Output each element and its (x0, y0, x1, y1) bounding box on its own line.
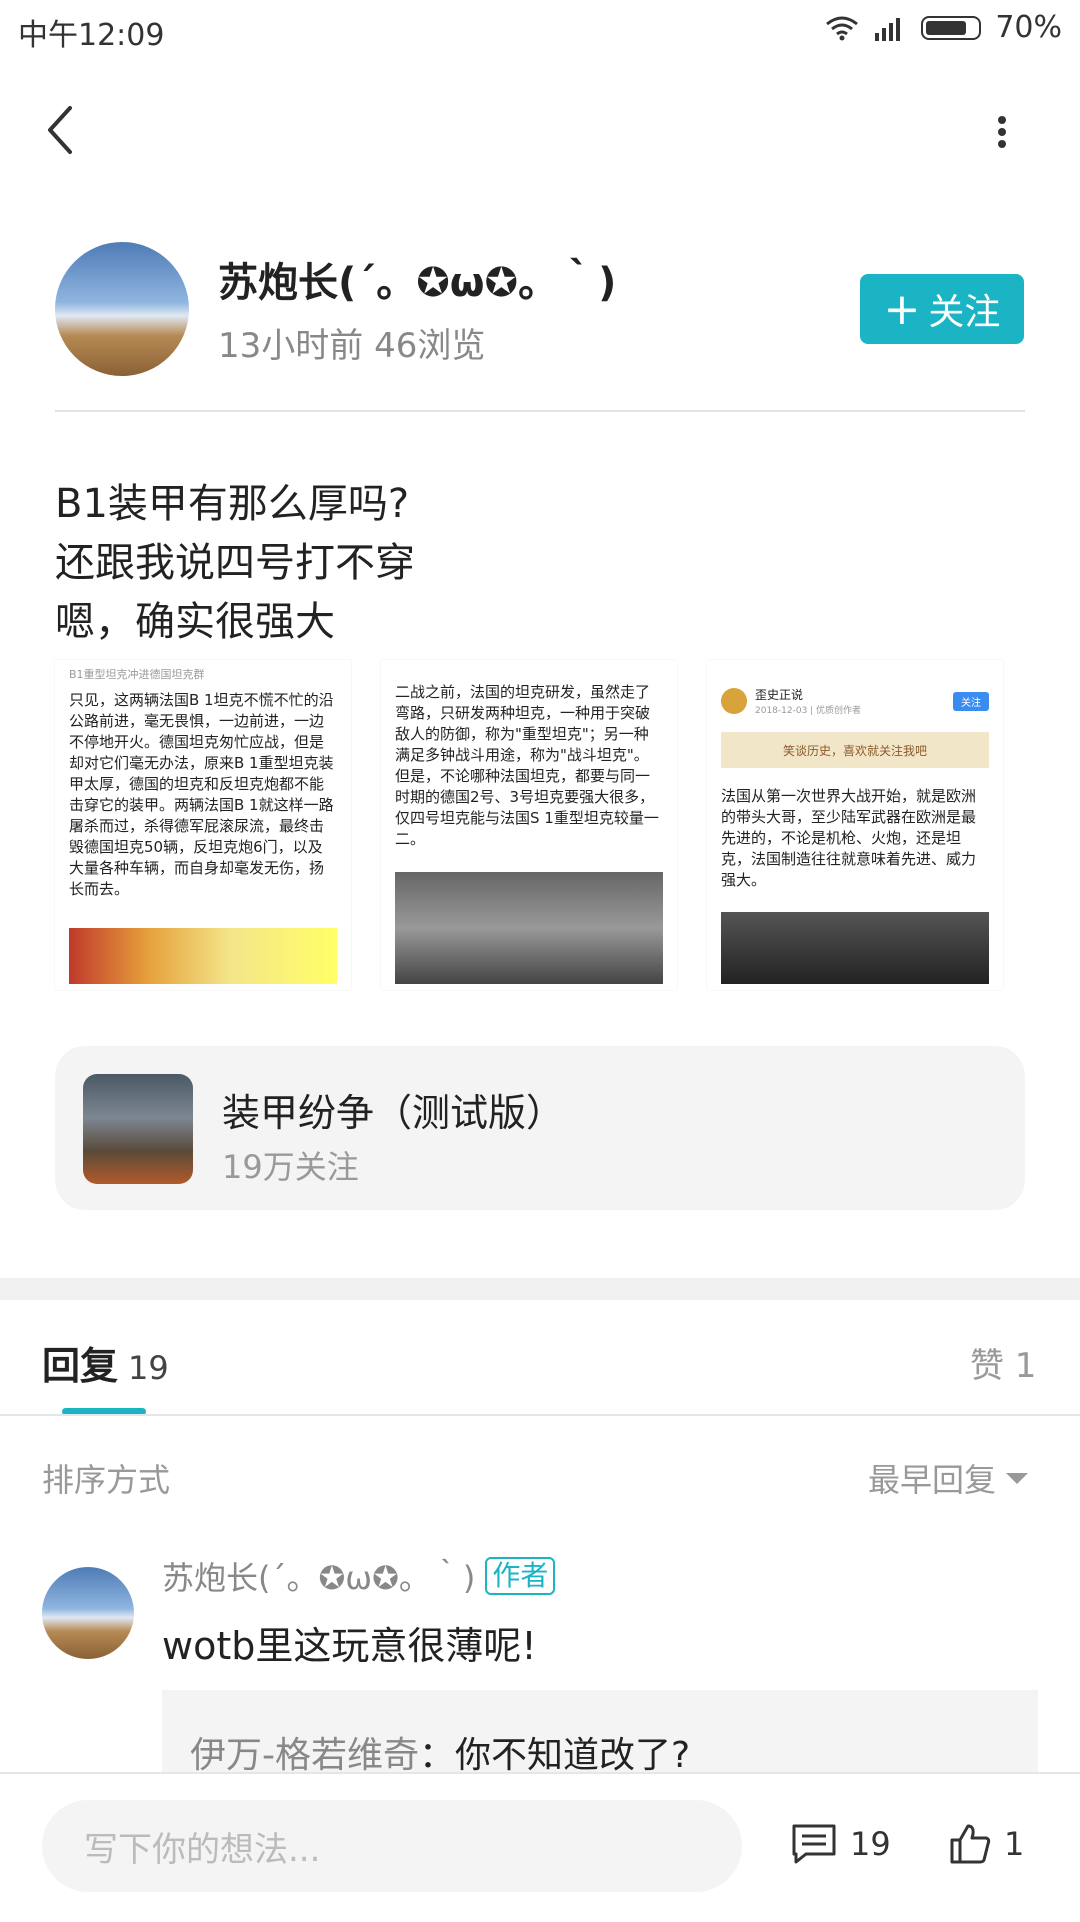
follow-button[interactable]: + 关注 (860, 274, 1024, 344)
image-banner: 笑谈历史，喜欢就关注我吧 (721, 732, 989, 768)
post-image-1[interactable]: B1重型坦克冲进德国坦克群 只见，这两辆法国B 1坦克不慌不忙的沿公路前进，毫无… (55, 660, 351, 990)
tab-likes[interactable]: 赞 1 (970, 1338, 1036, 1387)
image-account-name: 歪史正说 (755, 688, 804, 702)
image-text: 只见，这两辆法国B 1坦克不慌不忙的沿公路前进，毫无畏惧，一边前进，一边不停地开… (69, 691, 334, 898)
more-options-icon[interactable] (990, 110, 1014, 170)
back-arrow-icon[interactable] (40, 100, 80, 160)
nested-reply[interactable]: 伊万-格若维奇：你不知道改了? (162, 1690, 1038, 1780)
thumbs-up-icon (950, 1824, 991, 1864)
reply-user[interactable]: 伊万-格若维奇 (190, 1735, 419, 1776)
tab-replies[interactable]: 回复 19 (42, 1335, 169, 1390)
comment-input[interactable]: 写下你的想法... (42, 1800, 742, 1892)
status-right: 70% (825, 10, 1062, 45)
post-image-3[interactable]: 歪史正说 2018-12-03 | 优质创作者 关注 笑谈历史，喜欢就关注我吧 … (707, 660, 1003, 990)
wifi-icon (826, 16, 859, 40)
comment-text: wotb里这玩意很薄呢! (162, 1624, 537, 1668)
reply-text: ：你不知道改了? (419, 1735, 691, 1776)
comment-avatar[interactable] (42, 1567, 134, 1659)
comment-author[interactable]: 苏炮长(´。✪ω✪。｀) (162, 1553, 475, 1599)
battery-icon (921, 15, 982, 40)
image-account-avatar (721, 688, 747, 714)
nested-reply-line: 伊万-格若维奇：你不知道改了? (190, 1726, 690, 1778)
comment-count: 19 (850, 1825, 891, 1863)
post-line: 还跟我说四号打不穿 (55, 540, 415, 586)
author-name[interactable]: 苏炮长(´。✪ω✪。｀) (218, 250, 616, 308)
signal-icon (875, 17, 901, 41)
battery-percent: 70% (995, 10, 1062, 45)
community-card[interactable]: 装甲纷争（测试版） 19万关注 (55, 1046, 1025, 1210)
comment-count-button[interactable]: 19 (790, 1822, 891, 1866)
status-time: 中午12:09 (18, 18, 165, 53)
status-bar: 中午12:09 70% (0, 0, 1080, 58)
image-caption: B1重型坦克冲进德国坦克群 (69, 668, 205, 681)
caret-down-icon (1006, 1472, 1029, 1484)
image-account-date: 2018-12-03 | 优质创作者 (755, 706, 862, 716)
post-image-2[interactable]: 二战之前，法国的坦克研发，虽然走了弯路，只研发两种坦克，一种用于突破敌人的防御，… (381, 660, 677, 990)
image-account: 歪史正说 2018-12-03 | 优质创作者 (755, 686, 861, 716)
follow-label: 关注 (928, 292, 1001, 333)
divider (0, 1414, 1080, 1416)
post-body: B1装甲有那么厚吗? 还跟我说四号打不穿 嗯，确实很强大 (55, 475, 415, 652)
like-count: 1 (1004, 1825, 1025, 1863)
author-badge: 作者 (485, 1557, 556, 1595)
comment-author-row: 苏炮长(´。✪ω✪。｀) 作者 (162, 1553, 556, 1599)
section-separator (0, 1278, 1080, 1300)
tab-replies-count: 19 (128, 1349, 169, 1387)
comment-icon (792, 1824, 836, 1864)
divider (55, 410, 1025, 412)
post-line: 嗯，确实很强大 (55, 599, 335, 645)
community-followers: 19万关注 (222, 1148, 359, 1186)
image-photo (69, 928, 337, 984)
post-meta: 13小时前 46浏览 (218, 326, 486, 366)
plus-icon: + (883, 283, 921, 335)
like-button[interactable]: 1 (948, 1822, 1024, 1866)
author-avatar[interactable] (55, 242, 189, 376)
sort-dropdown[interactable]: 最早回复 (868, 1455, 1029, 1501)
image-follow-badge: 关注 (953, 691, 989, 711)
image-photo (721, 912, 989, 984)
community-title: 装甲纷争（测试版） (222, 1091, 565, 1135)
sort-value: 最早回复 (868, 1461, 997, 1499)
image-photo (395, 872, 663, 984)
community-thumbnail (83, 1074, 193, 1184)
tab-replies-label: 回复 (42, 1344, 119, 1388)
sort-label: 排序方式 (42, 1461, 171, 1499)
image-text: 法国从第一次世界大战开始，就是欧洲的带头大哥，至少陆军武器在欧洲是最先进的，不论… (721, 787, 977, 889)
post-line: B1装甲有那么厚吗? (55, 481, 410, 527)
image-text: 二战之前，法国的坦克研发，虽然走了弯路，只研发两种坦克，一种用于突破敌人的防御，… (395, 683, 659, 848)
image-header: 歪史正说 2018-12-03 | 优质创作者 关注 (707, 660, 1003, 726)
